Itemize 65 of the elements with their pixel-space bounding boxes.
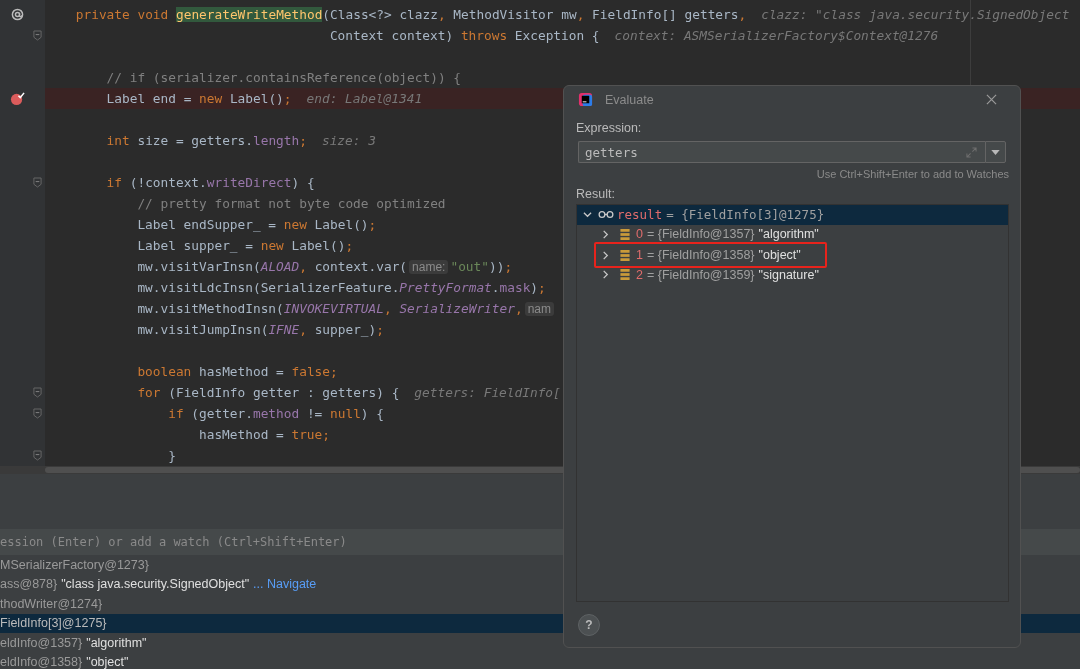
parameter-hint: name: <box>409 259 449 274</box>
variable-type: eldInfo@1357} <box>0 635 83 650</box>
close-icon[interactable] <box>986 94 997 105</box>
shortcut-hint: Use Ctrl+Shift+Enter to add to Watches <box>816 168 1009 180</box>
dialog-title: Evaluate <box>605 92 655 107</box>
chevron-icon[interactable] <box>583 210 592 220</box>
navigate-link[interactable]: ... Navigate <box>253 577 317 592</box>
history-dropdown-button[interactable] <box>985 141 1006 163</box>
inline-value-hint: getters: FieldInfo[ <box>414 385 561 400</box>
code-text: mw.visitLdcInsn(SerializerFeature.PrettyFormat.mask); <box>137 280 546 295</box>
code-text: if (getter.method != null) { <box>168 406 384 421</box>
inline-value-hint: end: Label@1341 <box>306 91 423 106</box>
tree-row[interactable]: 0 = {FieldInfo@1357} "algorithm" <box>577 224 1008 244</box>
code-text: for (FieldInfo getter : getters) { <box>137 385 400 400</box>
inline-value-hint: clazz: "class java.security.SignedObject <box>761 7 1070 22</box>
field-stack-icon <box>620 269 630 281</box>
field-label: Expression: <box>576 121 642 135</box>
code-text: boolean hasMethod = false; <box>137 364 338 379</box>
code-text: mw.visitVarInsn(ALOAD, context.var( <box>137 259 408 274</box>
code-text: mw.visitMethodInsn(INVOKEVIRTUAL, SerializeWriter, <box>137 301 523 316</box>
expression-field[interactable]: getters <box>578 141 985 163</box>
code-text: Label supper_ = new Label(); <box>137 238 354 253</box>
help-button[interactable]: ? <box>578 613 600 636</box>
app-logo-icon <box>578 92 593 107</box>
variable-type: thodWriter@1274} <box>0 596 103 611</box>
code-text: // pretty format not byte code optimized <box>137 196 446 211</box>
chevron-icon[interactable] <box>601 250 610 260</box>
variable-value: "object" <box>86 655 129 669</box>
variable-type: eldInfo@1358} <box>0 655 83 669</box>
breakpoint-icon[interactable] <box>10 91 25 106</box>
code-text: "out")); <box>450 259 513 274</box>
highlighted-tree-row[interactable]: 1 = {FieldInfo@1358} "object" <box>594 242 827 268</box>
field-label: Result: <box>576 187 615 201</box>
field-stack-icon <box>620 249 630 261</box>
code-text: // if (serializer.containsReference(object)) { <box>106 70 461 85</box>
variable-type: MSerializerFactory@1273} <box>0 557 149 572</box>
variable-type: ass@878} <box>0 577 58 592</box>
code-text: Label endSupper_ = new Label(); <box>137 217 377 232</box>
tree-row[interactable]: 2 = {FieldInfo@1359} "signature" <box>577 265 1008 285</box>
code-text: Label end = new Label(); <box>106 91 292 106</box>
code-text: if (!context.writeDirect) { <box>106 175 315 190</box>
variable-type: FieldInfo[3]@1275} <box>0 616 107 631</box>
fold-marker-icon[interactable] <box>33 177 42 188</box>
variable-value: "class java.security.SignedObject" <box>61 577 250 592</box>
code-text: private void generateWriteMethod(Class<?> clazz, MethodVisitor mw, FieldInfo[] getters, <box>75 7 747 22</box>
inline-value-hint: context: ASMSerializerFactory$Context@1276 <box>614 28 939 43</box>
code-text: hasMethod = true; <box>199 427 330 442</box>
chevron-icon[interactable] <box>601 270 610 280</box>
watch-glasses-icon <box>598 210 614 220</box>
code-text: int size = getters.length; <box>106 133 307 148</box>
field-stack-icon <box>620 228 630 240</box>
code-text: mw.visitJumpInsn(IFNE, supper_); <box>137 322 384 337</box>
override-marker-icon[interactable] <box>11 8 24 21</box>
fold-marker-icon[interactable] <box>33 408 42 419</box>
code-text: } <box>168 448 176 463</box>
fold-marker-icon[interactable] <box>33 30 42 41</box>
code-text: Context context) throws Exception { <box>329 28 600 43</box>
fold-marker-icon[interactable] <box>33 387 42 398</box>
fold-marker-icon[interactable] <box>33 450 42 461</box>
caret-icon <box>991 149 1000 155</box>
inline-value-hint: size: 3 <box>321 133 376 148</box>
variable-value: "algorithm" <box>86 635 147 650</box>
tree-row[interactable]: result = {FieldInfo[3]@1275} <box>577 205 1008 225</box>
chevron-icon[interactable] <box>601 229 610 239</box>
parameter-hint: nam <box>524 301 554 316</box>
